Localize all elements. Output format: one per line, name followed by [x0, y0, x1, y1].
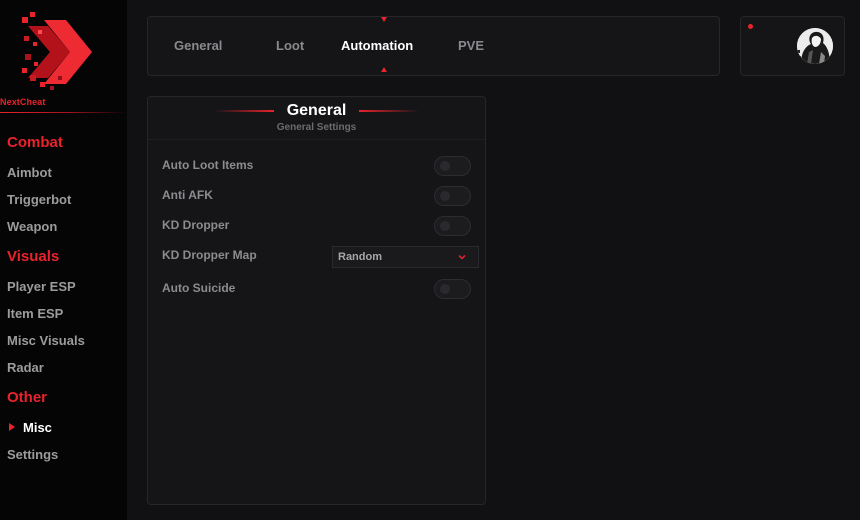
- brand-divider: [0, 112, 127, 113]
- status-dot: [748, 24, 753, 29]
- toggle-knob: [440, 191, 450, 201]
- logo-icon: [22, 12, 96, 92]
- sidebar-item-settings[interactable]: Settings: [7, 447, 58, 462]
- panel-subtitle: General Settings: [276, 122, 357, 133]
- kd-dropper-map-select[interactable]: Random: [332, 246, 479, 268]
- sidebar-item-radar[interactable]: Radar: [7, 360, 44, 375]
- tab-bar: General Loot Automation PVE: [147, 16, 720, 76]
- sidebar-item-item-esp[interactable]: Item ESP: [7, 306, 63, 321]
- toggle-knob: [440, 284, 450, 294]
- auto-suicide-label: Auto Suicide: [162, 281, 236, 295]
- nav-section-other: Other: [7, 389, 48, 406]
- user-avatar-icon[interactable]: [797, 28, 833, 64]
- tab-automation[interactable]: Automation: [341, 38, 413, 53]
- kd-dropper-label: KD Dropper: [162, 218, 230, 232]
- tab-pve[interactable]: PVE: [458, 38, 484, 53]
- chevron-down-icon: [458, 254, 466, 260]
- auto-suicide-toggle[interactable]: [434, 279, 471, 299]
- panel-header: General General Settings: [148, 97, 485, 140]
- kd-dropper-map-label: KD Dropper Map: [162, 248, 257, 262]
- auto-loot-items-label: Auto Loot Items: [162, 158, 254, 172]
- active-tab-marker-top-icon: [381, 17, 387, 22]
- tab-general[interactable]: General: [174, 38, 222, 53]
- toggle-knob: [440, 221, 450, 231]
- tab-loot[interactable]: Loot: [276, 38, 304, 53]
- select-value: Random: [338, 251, 382, 263]
- sidebar-item-player-esp[interactable]: Player ESP: [7, 279, 76, 294]
- general-settings-panel: General General Settings Auto Loot Items…: [147, 96, 486, 505]
- app-window: NextCheat Combat Aimbot Triggerbot Weapo…: [0, 0, 860, 520]
- sidebar-item-triggerbot[interactable]: Triggerbot: [7, 192, 71, 207]
- sidebar-item-aimbot[interactable]: Aimbot: [7, 165, 52, 180]
- kd-dropper-toggle[interactable]: [434, 216, 471, 236]
- sidebar-item-weapon[interactable]: Weapon: [7, 219, 57, 234]
- nav-section-visuals: Visuals: [7, 248, 60, 265]
- anti-afk-label: Anti AFK: [162, 188, 213, 202]
- active-tab-marker-bottom-icon: [381, 67, 387, 72]
- sidebar-item-misc[interactable]: Misc: [9, 420, 52, 435]
- sidebar: NextCheat Combat Aimbot Triggerbot Weapo…: [0, 0, 127, 520]
- profile-box[interactable]: [740, 16, 845, 76]
- anti-afk-toggle[interactable]: [434, 186, 471, 206]
- auto-loot-items-toggle[interactable]: [434, 156, 471, 176]
- sidebar-item-label: Misc: [23, 420, 52, 435]
- active-arrow-icon: [9, 423, 15, 431]
- toggle-knob: [440, 161, 450, 171]
- sidebar-item-misc-visuals[interactable]: Misc Visuals: [7, 333, 85, 348]
- brand-name: NextCheat: [0, 97, 46, 107]
- nav-section-combat: Combat: [7, 134, 63, 151]
- panel-title: General: [286, 102, 347, 119]
